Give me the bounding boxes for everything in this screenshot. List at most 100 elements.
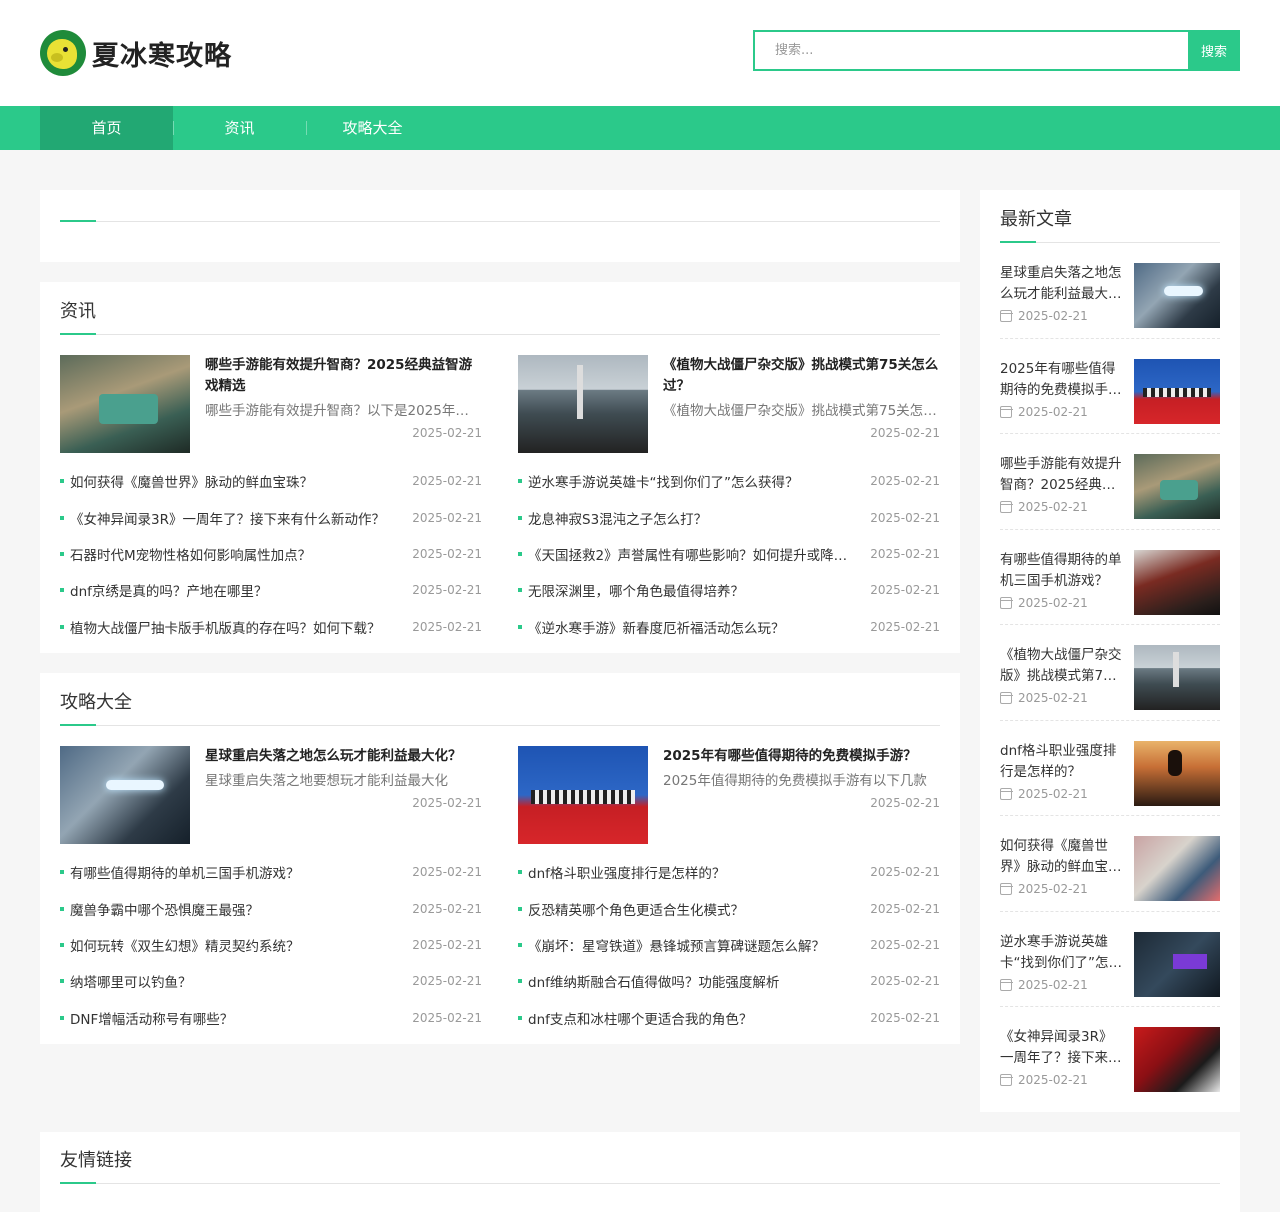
- list-item[interactable]: dnf京绣是真的吗？产地在哪里？ 2025-02-21: [60, 572, 482, 608]
- list-item[interactable]: 《逆水寒手游》新春度厄祈福活动怎么玩？ 2025-02-21: [518, 609, 940, 645]
- list-item-title[interactable]: 石器时代M宠物性格如何影响属性加点？: [70, 544, 412, 564]
- list-item-date: 2025-02-21: [870, 901, 940, 916]
- site-logo[interactable]: 夏冰寒攻略: [40, 30, 232, 76]
- list-item-date: 2025-02-21: [870, 1010, 940, 1025]
- featured-date: 2025-02-21: [412, 795, 482, 810]
- list-item-title[interactable]: 无限深渊里，哪个角色最值得培养？: [528, 580, 870, 600]
- list-item-title[interactable]: 如何玩转《双生幻想》精灵契约系统？: [70, 935, 412, 955]
- bullet-icon: [60, 588, 64, 593]
- list-item-title[interactable]: 反恐精英哪个角色更适合生化模式？: [528, 899, 870, 919]
- sidebar-article[interactable]: 有哪些值得期待的单机三国手机游戏？ 2025-02-21: [999, 530, 1220, 625]
- article-thumbnail[interactable]: [518, 355, 648, 453]
- featured-title[interactable]: 2025年有哪些值得期待的免费模拟手游？: [663, 746, 940, 767]
- list-item-title[interactable]: 魔兽争霸中哪个恐惧魔王最强？: [70, 899, 412, 919]
- list-item[interactable]: 龙息神寂S3混沌之子怎么打？ 2025-02-21: [518, 499, 940, 535]
- search-button[interactable]: 搜索: [1188, 30, 1240, 71]
- sidebar-article-title[interactable]: 有哪些值得期待的单机三国手机游戏？: [1000, 550, 1124, 592]
- sidebar-article[interactable]: 2025年有哪些值得期待的免费模拟手游？ 2025-02-21: [999, 339, 1220, 434]
- sidebar-article-title[interactable]: 《女神异闻录3R》一周年了？接下来有什么新动作？: [1000, 1027, 1124, 1069]
- list-item[interactable]: dnf格斗职业强度排行是怎样的？ 2025-02-21: [518, 854, 940, 890]
- sidebar-article-title[interactable]: dnf格斗职业强度排行是怎样的？: [1000, 741, 1124, 783]
- list-item[interactable]: 植物大战僵尸抽卡版手机版真的存在吗？如何下载？ 2025-02-21: [60, 609, 482, 645]
- sidebar-article[interactable]: dnf格斗职业强度排行是怎样的？ 2025-02-21: [999, 721, 1220, 816]
- list-item[interactable]: 逆水寒手游说英雄卡“找到你们了”怎么获得？ 2025-02-21: [518, 463, 940, 499]
- list-item-title[interactable]: 纳塔哪里可以钓鱼？: [70, 971, 412, 991]
- list-item[interactable]: 如何获得《魔兽世界》脉动的鲜血宝珠？ 2025-02-21: [60, 463, 482, 499]
- list-item[interactable]: DNF增幅活动称号有哪些？ 2025-02-21: [60, 1000, 482, 1036]
- list-item-title[interactable]: 《逆水寒手游》新春度厄祈福活动怎么玩？: [528, 617, 870, 637]
- nav-item-home[interactable]: 首页: [40, 106, 173, 150]
- featured-article[interactable]: 2025年有哪些值得期待的免费模拟手游？ 2025年值得期待的免费模拟手游有以下…: [518, 745, 940, 844]
- sidebar-article-title[interactable]: 逆水寒手游说英雄卡“找到你们了”怎么获得？: [1000, 932, 1124, 974]
- list-item-title[interactable]: 植物大战僵尸抽卡版手机版真的存在吗？如何下载？: [70, 617, 412, 637]
- list-item-title[interactable]: dnf格斗职业强度排行是怎样的？: [528, 862, 870, 882]
- list-item[interactable]: 如何玩转《双生幻想》精灵契约系统？ 2025-02-21: [60, 927, 482, 963]
- list-item[interactable]: 反恐精英哪个角色更适合生化模式？ 2025-02-21: [518, 890, 940, 926]
- list-item-title[interactable]: 如何获得《魔兽世界》脉动的鲜血宝珠？: [70, 471, 412, 491]
- featured-article[interactable]: 星球重启失落之地怎么玩才能利益最大化？ 星球重启失落之地要想玩才能利益最大化 2…: [60, 745, 482, 844]
- sidebar-article-title[interactable]: 星球重启失落之地怎么玩才能利益最大化？: [1000, 263, 1124, 305]
- featured-title[interactable]: 星球重启失落之地怎么玩才能利益最大化？: [205, 746, 482, 767]
- sidebar-thumbnail[interactable]: [1134, 836, 1220, 901]
- article-thumbnail[interactable]: [60, 745, 190, 844]
- article-list: dnf格斗职业强度排行是怎样的？ 2025-02-21 反恐精英哪个角色更适合生化…: [518, 854, 940, 1044]
- calendar-icon: [999, 405, 1013, 418]
- sidebar-article-title[interactable]: 哪些手游能有效提升智商？2025经典益智游戏精选: [1000, 454, 1124, 496]
- list-item[interactable]: 魔兽争霸中哪个恐惧魔王最强？ 2025-02-21: [60, 890, 482, 926]
- bullet-icon: [518, 906, 522, 911]
- sidebar-article-date: 2025-02-21: [1018, 882, 1088, 896]
- featured-date: 2025-02-21: [870, 795, 940, 810]
- list-item-title[interactable]: 《崩坏：星穹铁道》悬锋城预言算碑谜题怎么解？: [528, 935, 870, 955]
- nav-item-guides[interactable]: 攻略大全: [306, 106, 439, 150]
- sidebar-thumbnail[interactable]: [1134, 549, 1220, 615]
- featured-article[interactable]: 《植物大战僵尸杂交版》挑战模式第75关怎么过？ 《植物大战僵尸杂交版》挑战模式第…: [518, 355, 940, 453]
- bullet-icon: [518, 551, 522, 556]
- sidebar-article[interactable]: 星球重启失落之地怎么玩才能利益最大化？ 2025-02-21: [999, 243, 1220, 339]
- sidebar-article[interactable]: 哪些手游能有效提升智商？2025经典益智游戏精选 2025-02-21: [999, 434, 1220, 530]
- sidebar-thumbnail[interactable]: [1134, 454, 1220, 519]
- sidebar-article[interactable]: 《女神异闻录3R》一周年了？接下来有什么新动作？ 2025-02-21: [999, 1007, 1220, 1103]
- sidebar-article-title[interactable]: 《植物大战僵尸杂交版》挑战模式第75关怎么过？: [1000, 645, 1124, 687]
- list-item-title[interactable]: 《天国拯救2》声誉属性有哪些影响？如何提升或降低声誉？: [528, 544, 870, 564]
- sidebar-article[interactable]: 逆水寒手游说英雄卡“找到你们了”怎么获得？ 2025-02-21: [999, 912, 1220, 1007]
- list-item[interactable]: 《女神异闻录3R》一周年了？接下来有什么新动作？ 2025-02-21: [60, 499, 482, 535]
- list-item[interactable]: 无限深渊里，哪个角色最值得培养？ 2025-02-21: [518, 572, 940, 608]
- list-item-title[interactable]: dnf维纳斯融合石值得做吗？功能强度解析: [528, 971, 870, 991]
- sidebar-thumbnail[interactable]: [1134, 358, 1220, 424]
- search-input[interactable]: [753, 30, 1188, 71]
- sidebar-article[interactable]: 如何获得《魔兽世界》脉动的鲜血宝珠？ 2025-02-21: [999, 816, 1220, 912]
- article-thumbnail[interactable]: [60, 355, 190, 453]
- featured-title[interactable]: 《植物大战僵尸杂交版》挑战模式第75关怎么过？: [663, 355, 940, 397]
- sidebar-title: 最新文章: [1000, 190, 1220, 243]
- featured-title[interactable]: 哪些手游能有效提升智商？2025经典益智游戏精选: [205, 355, 482, 397]
- list-item-title[interactable]: dnf京绣是真的吗？产地在哪里？: [70, 580, 412, 600]
- sidebar-article[interactable]: 《植物大战僵尸杂交版》挑战模式第75关怎么过？ 2025-02-21: [999, 625, 1220, 721]
- list-item-date: 2025-02-21: [412, 901, 482, 916]
- sidebar-article-title[interactable]: 2025年有哪些值得期待的免费模拟手游？: [1000, 359, 1124, 401]
- sidebar-thumbnail[interactable]: [1134, 263, 1220, 328]
- bullet-icon: [60, 870, 64, 875]
- list-item[interactable]: 有哪些值得期待的单机三国手机游戏？ 2025-02-21: [60, 854, 482, 890]
- list-item[interactable]: dnf支点和冰柱哪个更适合我的角色？ 2025-02-21: [518, 1000, 940, 1036]
- list-item[interactable]: dnf维纳斯融合石值得做吗？功能强度解析 2025-02-21: [518, 963, 940, 999]
- sidebar-article-title[interactable]: 如何获得《魔兽世界》脉动的鲜血宝珠？: [1000, 836, 1124, 878]
- list-item-title[interactable]: DNF增幅活动称号有哪些？: [70, 1008, 412, 1028]
- list-item-title[interactable]: dnf支点和冰柱哪个更适合我的角色？: [528, 1008, 870, 1028]
- sidebar-thumbnail[interactable]: [1134, 645, 1220, 710]
- article-thumbnail[interactable]: [518, 745, 648, 844]
- sidebar-thumbnail[interactable]: [1134, 1027, 1220, 1092]
- list-item-title[interactable]: 《女神异闻录3R》一周年了？接下来有什么新动作？: [70, 508, 412, 528]
- list-item[interactable]: 《天国拯救2》声誉属性有哪些影响？如何提升或降低声誉？ 2025-02-21: [518, 536, 940, 572]
- list-item-title[interactable]: 逆水寒手游说英雄卡“找到你们了”怎么获得？: [528, 471, 870, 491]
- featured-article[interactable]: 哪些手游能有效提升智商？2025经典益智游戏精选 哪些手游能有效提升智商？以下是…: [60, 355, 482, 453]
- list-item-title[interactable]: 有哪些值得期待的单机三国手机游戏？: [70, 862, 412, 882]
- list-item-title[interactable]: 龙息神寂S3混沌之子怎么打？: [528, 508, 870, 528]
- list-item[interactable]: 纳塔哪里可以钓鱼？ 2025-02-21: [60, 963, 482, 999]
- nav-item-news[interactable]: 资讯: [173, 106, 306, 150]
- bullet-icon: [518, 942, 522, 947]
- list-item[interactable]: 《崩坏：星穹铁道》悬锋城预言算碑谜题怎么解？ 2025-02-21: [518, 927, 940, 963]
- sidebar-thumbnail[interactable]: [1134, 931, 1220, 997]
- list-item[interactable]: 石器时代M宠物性格如何影响属性加点？ 2025-02-21: [60, 536, 482, 572]
- sidebar-article-date: 2025-02-21: [1018, 977, 1088, 992]
- sidebar-thumbnail[interactable]: [1134, 740, 1220, 806]
